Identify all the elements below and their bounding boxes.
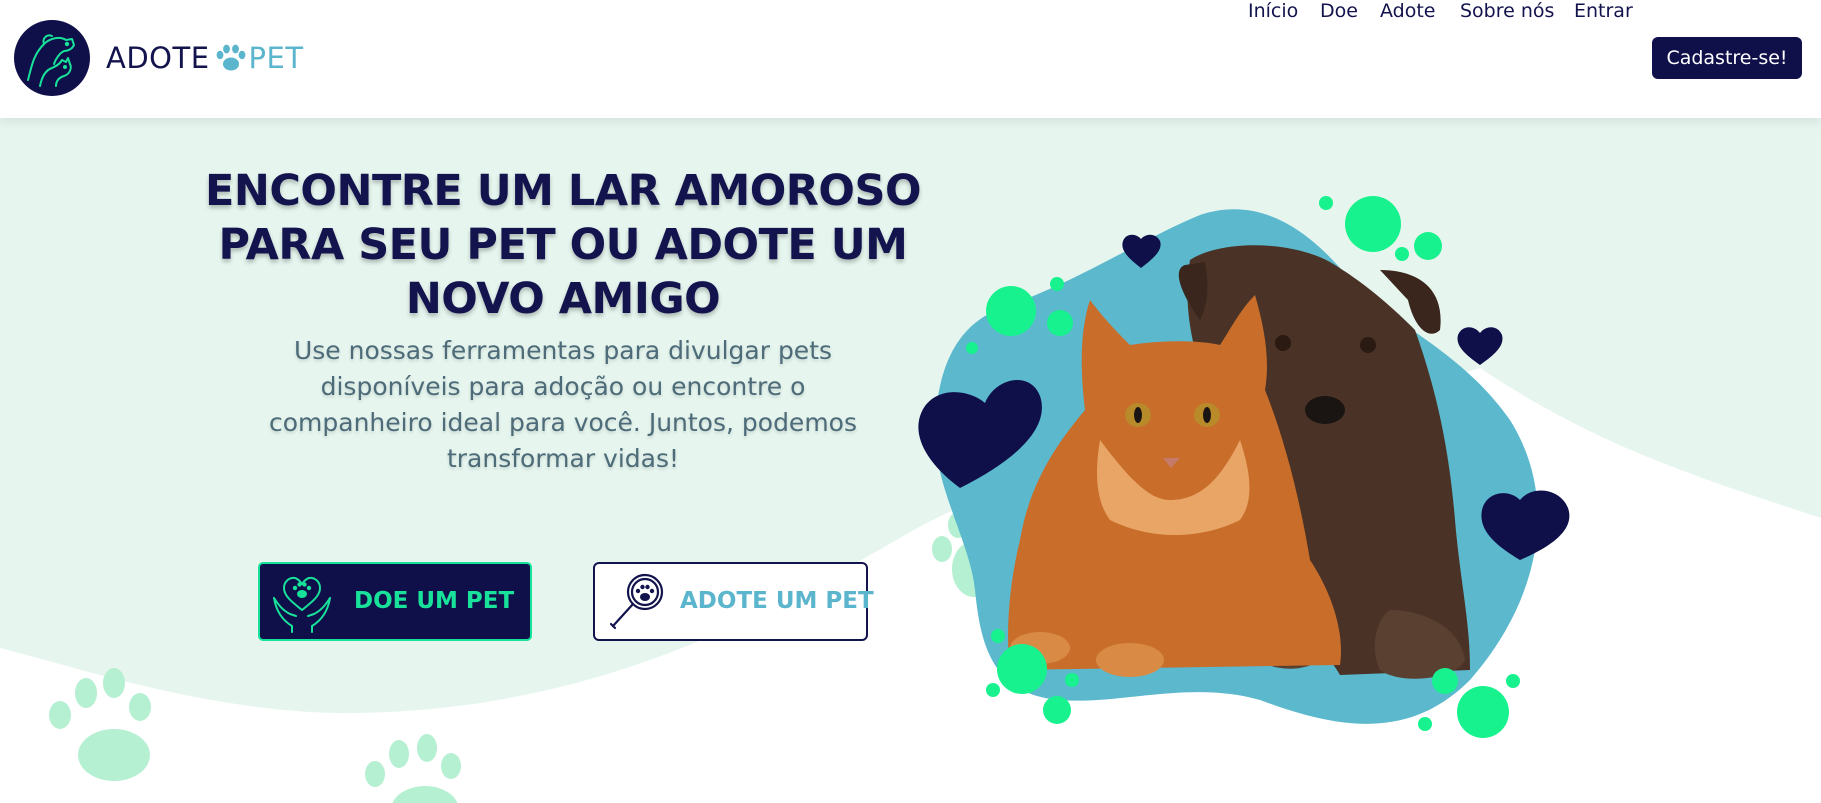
adopt-pet-label: ADOTE UM PET: [680, 588, 874, 614]
logo-text-pet: PET: [248, 41, 304, 75]
nav-link-sobre-nos[interactable]: Sobre nós: [1460, 0, 1554, 22]
hero-pets-image: [918, 196, 1570, 738]
donate-pet-button[interactable]: DOE UM PET: [258, 562, 532, 641]
heart-hands-paw-icon: [273, 576, 331, 633]
adopt-pet-button[interactable]: ADOTE UM PET: [593, 562, 874, 641]
logo-wordmark[interactable]: ADOTE PET: [106, 38, 304, 78]
paw-icon: [216, 44, 245, 71]
donate-pet-label: DOE UM PET: [354, 588, 515, 614]
nav-link-entrar[interactable]: Entrar: [1574, 0, 1633, 22]
nav-link-inicio[interactable]: Início: [1248, 0, 1298, 22]
site-header: ADOTE PET Início Doe Adote Sobre nós Ent…: [0, 0, 1821, 118]
logo-icon[interactable]: [14, 20, 90, 96]
magnifier-paw-icon: [609, 573, 664, 630]
nav-link-doe[interactable]: Doe: [1320, 0, 1358, 22]
signup-button[interactable]: Cadastre-se!: [1652, 37, 1802, 79]
nav-link-adote[interactable]: Adote: [1380, 0, 1436, 22]
hero-subtitle: Use nossas ferramentas para divulgar pet…: [269, 336, 857, 473]
logo-text-adote: ADOTE: [106, 41, 210, 75]
hero-title: ENCONTRE UM LAR AMOROSO PARA SEU PET OU …: [205, 166, 922, 324]
